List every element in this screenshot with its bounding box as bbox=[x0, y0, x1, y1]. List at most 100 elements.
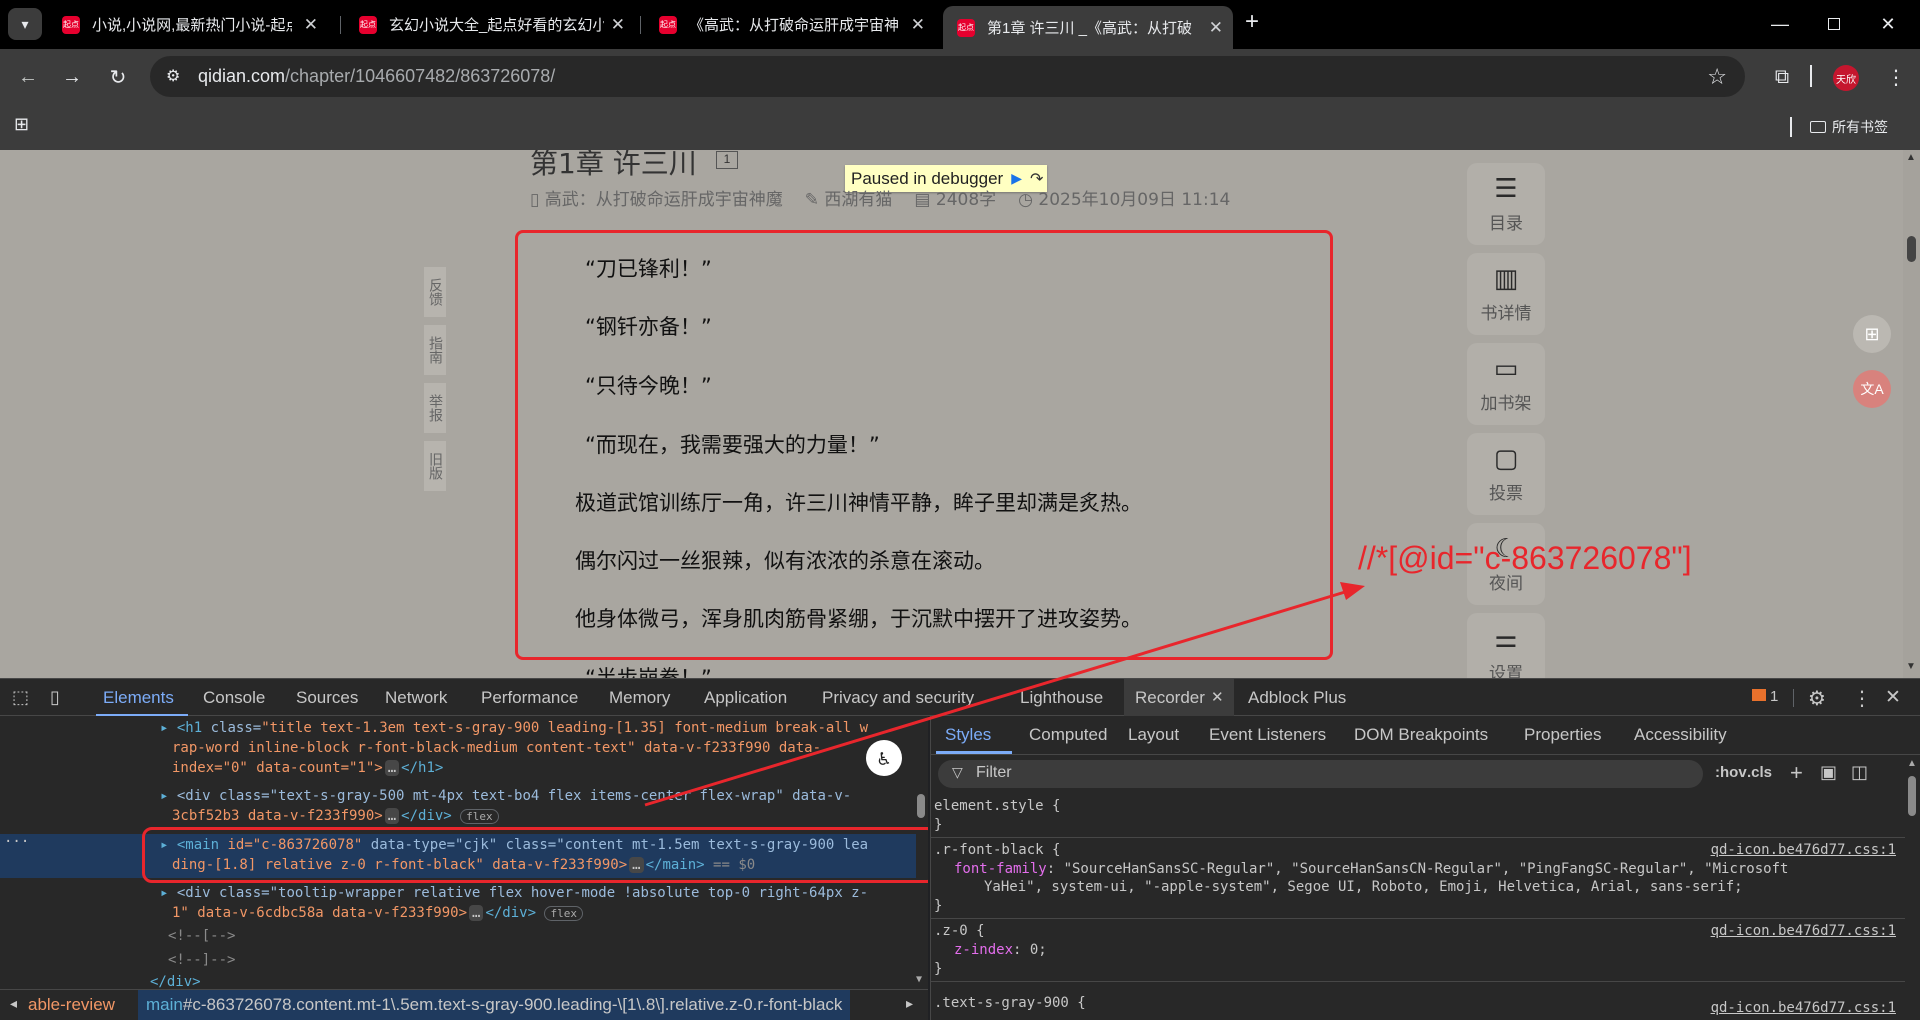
flex-badge[interactable]: flex bbox=[544, 906, 583, 921]
scrollbar-thumb[interactable] bbox=[917, 794, 925, 818]
close-devtools-icon[interactable]: ✕ bbox=[1885, 686, 1901, 709]
crumb-item[interactable]: able-review bbox=[28, 995, 115, 1015]
accessibility-tab[interactable]: Accessibility bbox=[1634, 725, 1727, 745]
devtools-tab-console[interactable]: Console bbox=[203, 688, 265, 708]
ellipsis-button[interactable]: … bbox=[469, 905, 484, 921]
scroll-down-icon[interactable]: ▼ bbox=[916, 974, 922, 985]
all-bookmarks-button[interactable]: 所有书签 bbox=[1810, 117, 1888, 137]
devtools-tab-memory[interactable]: Memory bbox=[609, 688, 670, 708]
scroll-down-icon[interactable]: ▼ bbox=[1906, 661, 1916, 672]
extensions-button[interactable]: ⧉ bbox=[1766, 61, 1798, 93]
elements-scrollbar[interactable]: ▼ bbox=[916, 716, 928, 989]
bookmark-star-icon[interactable]: ☆ bbox=[1707, 64, 1727, 90]
devtools-tab-network[interactable]: Network bbox=[385, 688, 447, 708]
rule-declaration[interactable]: font-family: "SourceHanSansSC-Regular", … bbox=[954, 861, 1788, 877]
book-details-button[interactable]: ▥ 书详情 bbox=[1467, 253, 1545, 335]
feedback-link[interactable]: 反馈 bbox=[424, 267, 446, 317]
tab-search-button[interactable]: ▾ bbox=[8, 8, 42, 40]
styles-tab[interactable]: Styles bbox=[945, 725, 991, 745]
toc-button[interactable]: ☰ 目录 bbox=[1467, 163, 1545, 245]
crumb-active[interactable]: main#c-863726078.content.mt-1\.5em.text-… bbox=[138, 990, 851, 1020]
dom-node-tooltip[interactable]: ▸ <div class="tooltip-wrapper relative f… bbox=[160, 885, 868, 901]
scrollbar-thumb[interactable] bbox=[1907, 236, 1916, 262]
dom-node-tooltip-cont[interactable]: 1" data-v-6cdbc58a data-v-f233f990>… </di… bbox=[172, 905, 583, 921]
profile-avatar[interactable]: 天欣 bbox=[1833, 65, 1859, 91]
page-scrollbar[interactable]: ▲ ▼ bbox=[1903, 150, 1920, 678]
scroll-up-icon[interactable]: ▲ bbox=[1907, 758, 1917, 769]
rule-source-link[interactable]: qd-icon.be476d77.css:1 bbox=[1711, 842, 1896, 858]
restore-button[interactable] bbox=[1814, 8, 1854, 40]
close-window-button[interactable]: ✕ bbox=[1868, 8, 1908, 40]
elements-dom-tree[interactable]: ▸ <h1 class="title text-1.3em text-s-gra… bbox=[0, 716, 928, 989]
meta-book[interactable]: ▯ 高武：从打破命运肝成宇宙神魔 bbox=[530, 185, 783, 210]
device-toolbar-icon[interactable]: ▯ bbox=[50, 687, 60, 708]
minimize-button[interactable]: — bbox=[1760, 8, 1800, 40]
reload-button[interactable]: ↻ bbox=[102, 61, 134, 93]
devtools-tab-recorder[interactable]: Recorder bbox=[1135, 688, 1205, 708]
rule-selector[interactable]: .text-s-gray-900 { bbox=[934, 995, 1086, 1011]
cls-toggle[interactable]: .cls bbox=[1747, 764, 1772, 781]
site-info-icon[interactable]: ⚙ bbox=[166, 66, 180, 86]
devtools-tab-privacy[interactable]: Privacy and security bbox=[822, 688, 974, 708]
expand-triangle-icon[interactable]: ▸ bbox=[160, 788, 168, 804]
expand-triangle-icon[interactable]: ▸ bbox=[160, 720, 168, 736]
dom-node-h1-cont[interactable]: rap-word inline-block r-font-black-mediu… bbox=[172, 740, 821, 756]
computed-tab[interactable]: Computed bbox=[1029, 725, 1107, 745]
vote-button[interactable]: ▢ 投票 bbox=[1467, 433, 1545, 515]
paint-icon[interactable]: ▣ bbox=[1820, 762, 1837, 783]
scrollbar-thumb[interactable] bbox=[1908, 776, 1916, 816]
new-rule-icon[interactable]: + bbox=[1790, 760, 1803, 786]
kebab-menu-icon[interactable]: ⋮ bbox=[1852, 686, 1872, 711]
close-icon[interactable]: ✕ bbox=[304, 15, 318, 35]
row-dots[interactable]: ... bbox=[4, 830, 29, 846]
settings-button[interactable]: ⚌ 设置 bbox=[1467, 613, 1545, 678]
back-button[interactable]: ← bbox=[12, 61, 44, 93]
forward-button[interactable]: → bbox=[56, 61, 88, 93]
dom-breakpoints-tab[interactable]: DOM Breakpoints bbox=[1354, 725, 1488, 745]
old-version-link[interactable]: 旧版 bbox=[424, 441, 446, 491]
issues-badge[interactable]: 1 bbox=[1752, 688, 1778, 705]
guide-link[interactable]: 指南 bbox=[424, 325, 446, 375]
scroll-up-icon[interactable]: ▲ bbox=[1906, 152, 1916, 163]
dom-node-div-meta[interactable]: ▸ <div class="text-s-gray-500 mt-4px tex… bbox=[160, 788, 851, 804]
report-link[interactable]: 举报 bbox=[424, 383, 446, 433]
devtools-tab-lighthouse[interactable]: Lighthouse bbox=[1020, 688, 1103, 708]
dom-node-div-meta-cont[interactable]: 3cbf52b3 data-v-f233f990>… </div> flex bbox=[172, 808, 499, 824]
settings-gear-icon[interactable]: ⚙ bbox=[1808, 686, 1826, 711]
flex-badge[interactable]: flex bbox=[460, 809, 499, 824]
apps-grid-icon[interactable]: ⊞ bbox=[14, 114, 29, 135]
dom-comment[interactable]: <!--[--> bbox=[168, 928, 235, 944]
event-listeners-tab[interactable]: Event Listeners bbox=[1209, 725, 1326, 745]
close-icon[interactable]: ✕ bbox=[1209, 18, 1223, 38]
close-icon[interactable]: ✕ bbox=[911, 15, 925, 35]
rule-element-style[interactable]: element.style { bbox=[934, 798, 1060, 814]
close-icon[interactable]: ✕ bbox=[1211, 688, 1224, 706]
dom-close-div[interactable]: </div> bbox=[150, 974, 201, 989]
rule-selector[interactable]: .z-0 { bbox=[934, 923, 985, 939]
add-to-shelf-button[interactable]: ▭ 加书架 bbox=[1467, 343, 1545, 425]
dom-node-h1[interactable]: ▸ <h1 class="title text-1.3em text-s-gra… bbox=[160, 720, 868, 736]
close-icon[interactable]: ✕ bbox=[611, 15, 625, 35]
styles-filter-input[interactable]: ▽ Filter bbox=[938, 760, 1703, 788]
new-tab-button[interactable]: + bbox=[1245, 8, 1259, 36]
ellipsis-button[interactable]: … bbox=[384, 760, 400, 776]
styles-scrollbar[interactable]: ▲ bbox=[1905, 756, 1920, 1020]
devtools-tab-elements[interactable]: Elements bbox=[103, 688, 174, 708]
crumb-left-arrow-icon[interactable]: ◂ bbox=[10, 995, 17, 1012]
menu-button[interactable]: ⋮ bbox=[1880, 61, 1912, 93]
meta-author[interactable]: ✎ 西湖有猫 bbox=[805, 185, 893, 210]
rule-declaration[interactable]: z-index: 0; bbox=[954, 942, 1047, 958]
tab-1[interactable]: 起点 小说,小说网,最新热门小说-起点 ✕ bbox=[48, 8, 328, 41]
extension-float-button[interactable]: ⊞ bbox=[1853, 315, 1891, 353]
rule-source-link[interactable]: qd-icon.be476d77.css:1 bbox=[1711, 923, 1896, 939]
dom-comment[interactable]: <!--]--> bbox=[168, 952, 235, 968]
inspect-element-icon[interactable]: ⬚ bbox=[12, 687, 29, 708]
devtools-tab-performance[interactable]: Performance bbox=[481, 688, 578, 708]
devtools-tab-sources[interactable]: Sources bbox=[296, 688, 358, 708]
crumb-right-arrow-icon[interactable]: ▸ bbox=[906, 995, 913, 1012]
rule-source-link[interactable]: qd-icon.be476d77.css:1 bbox=[1711, 1000, 1896, 1016]
sidebar-toggle-icon[interactable]: ◫ bbox=[1851, 762, 1868, 783]
address-bar[interactable]: ⚙ qidian.com/chapter/1046607482/86372607… bbox=[150, 56, 1745, 97]
tab-3[interactable]: 起点 《高武：从打破命运肝成宇宙神 ✕ bbox=[645, 8, 935, 41]
translate-float-button[interactable]: 文A bbox=[1853, 370, 1891, 408]
